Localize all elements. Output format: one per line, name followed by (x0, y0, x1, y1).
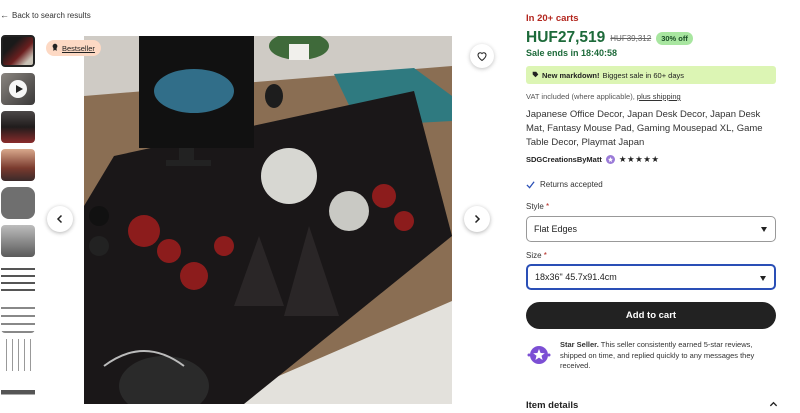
star-seller-icon (526, 342, 552, 368)
bestseller-badge: Bestseller (46, 40, 101, 56)
style-label-text: Style (526, 202, 544, 211)
size-selected-value: 18x36" 45.7x91.4cm (535, 272, 617, 282)
play-icon (9, 80, 27, 98)
markdown-title: New markdown! (542, 70, 600, 80)
vat-text: VAT included (where applicable), (526, 92, 635, 101)
back-link-label: Back to search results (12, 10, 91, 20)
in-carts-notice: In 20+ carts (526, 13, 579, 24)
style-selected-value: Flat Edges (534, 224, 578, 234)
thumbnail-1[interactable] (1, 35, 35, 67)
arrow-left-icon: ← (0, 10, 9, 20)
tag-icon (532, 71, 539, 80)
desk-mat-photo (84, 36, 452, 404)
price-row: HUF27,519 HUF39,312 30% off (526, 29, 693, 47)
heart-icon (477, 52, 487, 62)
thumbnail-7[interactable] (1, 263, 35, 295)
caret-down-icon (760, 276, 766, 281)
vat-note: VAT included (where applicable), plus sh… (526, 92, 681, 101)
returns-info: Returns accepted (526, 180, 603, 189)
style-label: Style * (526, 202, 549, 211)
size-label: Size * (526, 251, 547, 260)
previous-image-button[interactable] (47, 206, 73, 232)
shipping-link[interactable]: plus shipping (637, 92, 681, 101)
original-price: HUF39,312 (610, 33, 652, 43)
sale-countdown: Sale ends in 18:40:58 (526, 48, 618, 58)
back-to-search-link[interactable]: ← Back to search results (0, 10, 91, 20)
style-select[interactable]: Flat Edges (526, 216, 776, 242)
chevron-right-icon (474, 214, 481, 224)
thumbnail-4[interactable] (1, 149, 35, 181)
thumbnail-8[interactable] (1, 301, 35, 333)
bestseller-label: Bestseller (62, 43, 95, 53)
favorite-button[interactable] (470, 44, 494, 68)
next-image-button[interactable] (464, 206, 490, 232)
star-seller-title: Star Seller. (560, 340, 599, 349)
star-seller-info: Star Seller. This seller consistently ea… (526, 340, 778, 372)
product-title: Japanese Office Decor, Japan Desk Decor,… (526, 109, 763, 148)
chevron-up-icon (769, 401, 778, 407)
seller-name[interactable]: SDGCreationsByMatt (526, 155, 602, 164)
seller-row: SDGCreationsByMatt ★★★★★ (526, 154, 659, 165)
rating-stars: ★★★★★ (618, 154, 660, 164)
thumbnail-video[interactable] (1, 73, 35, 105)
award-icon (51, 43, 59, 53)
thumbnail-6[interactable] (1, 225, 35, 257)
thumbnail-5[interactable] (1, 187, 35, 219)
size-select[interactable]: 18x36" 45.7x91.4cm (526, 264, 776, 290)
thumbnail-3[interactable] (1, 111, 35, 143)
size-label-text: Size (526, 251, 542, 260)
markdown-banner: New markdown! Biggest sale in 60+ days (526, 66, 776, 84)
sale-price: HUF27,519 (526, 29, 606, 46)
item-details-heading: Item details (526, 400, 579, 411)
required-marker: * (543, 251, 547, 260)
star-seller-description: Star Seller. This seller consistently ea… (560, 340, 778, 372)
required-marker: * (546, 202, 550, 211)
returns-label: Returns accepted (540, 180, 603, 189)
main-product-image (84, 36, 452, 404)
add-to-cart-button[interactable]: Add to cart (526, 302, 776, 329)
discount-badge: 30% off (656, 31, 693, 45)
chevron-left-icon (56, 214, 63, 224)
thumbnail-9[interactable] (1, 339, 35, 371)
caret-down-icon (761, 227, 767, 232)
markdown-text: Biggest sale in 60+ days (602, 70, 685, 80)
star-seller-badge-icon (605, 155, 615, 164)
thumbnail-10[interactable] (1, 377, 35, 409)
checkmark-icon (526, 181, 535, 189)
item-details-toggle[interactable]: Item details (526, 400, 778, 411)
thumbnail-strip (0, 35, 36, 413)
